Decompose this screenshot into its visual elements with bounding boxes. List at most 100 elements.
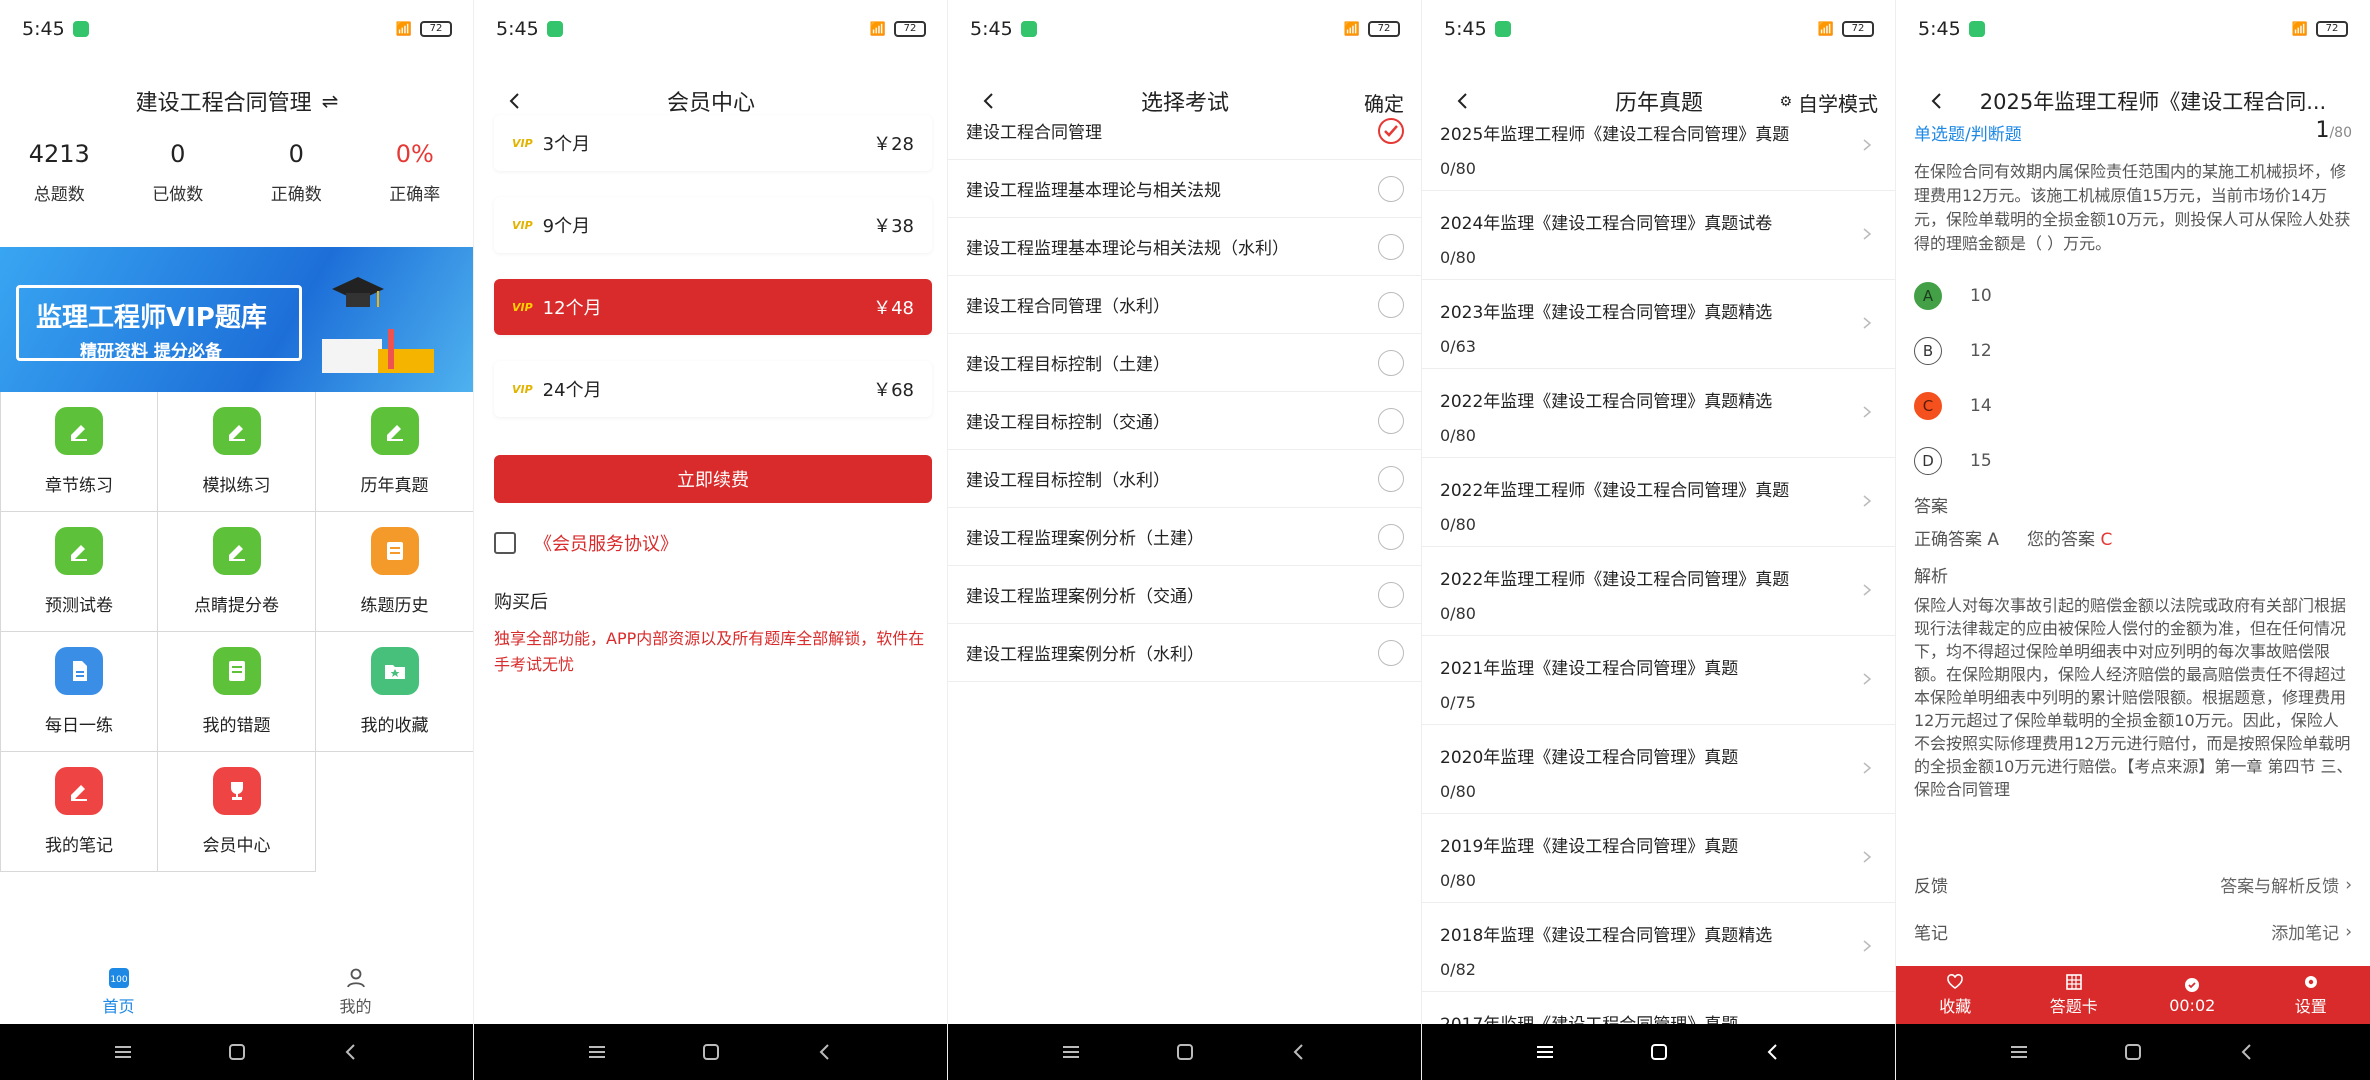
back-nav-button[interactable]: [2230, 1035, 2264, 1069]
back-nav-button[interactable]: [1756, 1035, 1790, 1069]
paper-item[interactable]: 2021年监理《建设工程合同管理》真题 0/75: [1422, 636, 1895, 725]
feedback-link[interactable]: 答案与解析反馈 ›: [2220, 872, 2352, 898]
radio-unchecked[interactable]: [1378, 175, 1404, 202]
agreement-checkbox[interactable]: [494, 532, 516, 554]
stat-value: 4213: [28, 140, 90, 168]
radio-unchecked[interactable]: [1378, 523, 1404, 550]
radio-unchecked[interactable]: [1378, 291, 1404, 318]
grid-item-forecast-papers[interactable]: 预测试卷: [0, 512, 158, 632]
back-button[interactable]: [1920, 84, 1954, 118]
back-button[interactable]: [498, 84, 532, 118]
grid-item-key-papers[interactable]: 点睛提分卷: [158, 512, 316, 632]
paper-item[interactable]: 2022年监理工程师《建设工程合同管理》真题 0/80: [1422, 547, 1895, 636]
exam-item[interactable]: 建设工程监理案例分析（土建）: [948, 508, 1421, 566]
back-nav-button[interactable]: [808, 1035, 842, 1069]
grid-item-label: 会员中心: [202, 836, 271, 856]
paper-item[interactable]: 2018年监理《建设工程合同管理》真题精选 0/82: [1422, 903, 1895, 992]
exam-item[interactable]: 建设工程合同管理（水利）: [948, 276, 1421, 334]
menu-nav-button[interactable]: [2002, 1035, 2036, 1069]
pencil-icon: [55, 527, 103, 575]
menu-nav-button[interactable]: [106, 1035, 140, 1069]
home-nav-button[interactable]: [1642, 1035, 1676, 1069]
banner-title: 监理工程师VIP题库: [36, 303, 267, 333]
paper-progress: 0/80: [1440, 159, 1476, 178]
paper-item[interactable]: 2024年监理《建设工程合同管理》真题试卷 0/80: [1422, 191, 1895, 280]
menu-nav-button[interactable]: [580, 1035, 614, 1069]
exam-item[interactable]: 建设工程合同管理: [948, 102, 1421, 160]
home-nav-button[interactable]: [694, 1035, 728, 1069]
radio-checked[interactable]: [1378, 117, 1404, 144]
grid-item-chapter-practice[interactable]: 章节练习: [0, 392, 158, 512]
status-bar: 5:45 📶 72: [474, 0, 947, 58]
exam-item[interactable]: 建设工程目标控制（交通）: [948, 392, 1421, 450]
menu-nav-button[interactable]: [1528, 1035, 1562, 1069]
exam-item[interactable]: 建设工程监理基本理论与相关法规（水利）: [948, 218, 1421, 276]
plan-12-months[interactable]: VIP 12个月 ￥48: [494, 279, 932, 335]
grid-item-favorites[interactable]: 我的收藏: [316, 632, 473, 752]
back-nav-button[interactable]: [334, 1035, 368, 1069]
option-d[interactable]: D 15: [1914, 447, 1992, 475]
radio-unchecked[interactable]: [1378, 581, 1404, 608]
radio-unchecked[interactable]: [1378, 233, 1404, 260]
paper-item[interactable]: 2020年监理《建设工程合同管理》真题 0/80: [1422, 725, 1895, 814]
tab-home[interactable]: 100 首页: [0, 960, 237, 1024]
radio-unchecked[interactable]: [1378, 407, 1404, 434]
exam-item[interactable]: 建设工程目标控制（土建）: [948, 334, 1421, 392]
plan-24-months[interactable]: VIP 24个月 ￥68: [494, 361, 932, 417]
radio-unchecked[interactable]: [1378, 349, 1404, 376]
plan-9-months[interactable]: VIP 9个月 ￥38: [494, 197, 932, 253]
timer-button[interactable]: 00:02: [2133, 966, 2252, 1024]
option-b[interactable]: B 12: [1914, 337, 1992, 365]
question-number: 1: [2315, 118, 2330, 143]
option-a[interactable]: A 10: [1914, 282, 1992, 310]
battery-icon: 72: [420, 21, 452, 37]
signal-icon: 📶: [1817, 21, 1834, 37]
grid-item-label: 每日一练: [45, 716, 113, 736]
back-nav-button[interactable]: [1282, 1035, 1316, 1069]
grid-item-notes[interactable]: 我的笔记: [0, 752, 158, 872]
paper-item[interactable]: 2025年监理工程师《建设工程合同管理》真题 0/80: [1422, 102, 1895, 191]
home-header[interactable]: 建设工程合同管理 ⇌: [0, 58, 473, 144]
home-nav-button[interactable]: [220, 1035, 254, 1069]
paper-item[interactable]: 2022年监理《建设工程合同管理》真题精选 0/80: [1422, 369, 1895, 458]
grid-item-mock-practice[interactable]: 模拟练习: [158, 392, 316, 512]
grid-item-history[interactable]: 练题历史: [316, 512, 473, 632]
feedback-row[interactable]: 反馈 答案与解析反馈 ›: [1914, 872, 2352, 898]
exam-item[interactable]: 建设工程监理案例分析（交通）: [948, 566, 1421, 624]
settings-button[interactable]: 设置: [2252, 966, 2370, 1024]
plan-3-months[interactable]: VIP 3个月 ￥28: [494, 115, 932, 171]
note-row[interactable]: 笔记 添加笔记 ›: [1914, 919, 2352, 945]
feedback-link-text: 答案与解析反馈: [2220, 877, 2340, 897]
question-toolbar: 收藏 答题卡 00:02 设置: [1896, 966, 2370, 1024]
menu-nav-button[interactable]: [1054, 1035, 1088, 1069]
radio-unchecked[interactable]: [1378, 465, 1404, 492]
vip-badge: VIP: [512, 218, 533, 232]
app-notification-icon: [1494, 21, 1511, 37]
paper-item[interactable]: 2022年监理工程师《建设工程合同管理》真题 0/80: [1422, 458, 1895, 547]
grid-item-past-papers[interactable]: 历年真题: [316, 392, 473, 512]
paper-item[interactable]: 2019年监理《建设工程合同管理》真题 0/80: [1422, 814, 1895, 903]
answer-sheet-button[interactable]: 答题卡: [2015, 966, 2134, 1024]
option-c[interactable]: C 14: [1914, 392, 1992, 420]
exam-item[interactable]: 建设工程监理基本理论与相关法规: [948, 160, 1421, 218]
home-nav-button[interactable]: [2116, 1035, 2150, 1069]
home-nav-button[interactable]: [1168, 1035, 1202, 1069]
radio-unchecked[interactable]: [1378, 639, 1404, 666]
renew-button[interactable]: 立即续费: [494, 455, 932, 503]
add-note-link[interactable]: 添加笔记 ›: [2271, 919, 2352, 945]
page-title[interactable]: 建设工程合同管理: [136, 85, 312, 117]
grid-item-member-center[interactable]: 会员中心: [158, 752, 316, 872]
paper-item[interactable]: 2023年监理《建设工程合同管理》真题精选 0/63: [1422, 280, 1895, 369]
switch-icon[interactable]: ⇌: [322, 89, 339, 113]
grid-item-wrong-questions[interactable]: 我的错题: [158, 632, 316, 752]
exam-item[interactable]: 建设工程监理案例分析（水利）: [948, 624, 1421, 682]
vip-banner[interactable]: 监理工程师VIP题库 精研资料 提分必备: [0, 247, 473, 392]
your-answer-value: C: [2100, 530, 2113, 550]
tab-mine[interactable]: 我的: [237, 960, 473, 1024]
exam-item[interactable]: 建设工程目标控制（水利）: [948, 450, 1421, 508]
favorite-button[interactable]: 收藏: [1896, 966, 2015, 1024]
chevron-left-icon: [509, 93, 519, 109]
grid-item-daily[interactable]: 每日一练: [0, 632, 158, 752]
agreement-link[interactable]: 《会员服务协议》: [534, 530, 678, 556]
feature-grid: 章节练习 模拟练习 历年真题 预测试卷 点睛提分卷 练题历史 每日一练 我的错题…: [0, 392, 473, 872]
